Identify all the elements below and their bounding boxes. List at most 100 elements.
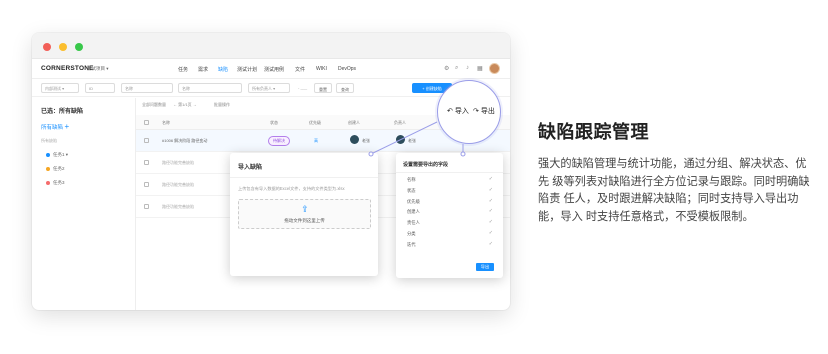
export-field-row[interactable]: 分类 ✓	[407, 230, 493, 240]
owner-name: 老张	[408, 138, 416, 143]
search-button[interactable]: 查询	[336, 83, 354, 93]
export-field-row[interactable]: 责任人 ✓	[407, 219, 493, 229]
export-modal: 设置需要导出的字段 名称 ✓ 状态 ✓ 优先级 ✓ 创建人 ✓ 责任人 ✓ 分类 ✓ 迭代 ✓ 导出	[396, 153, 503, 278]
maximize-dot[interactable]	[75, 43, 83, 51]
export-field-row[interactable]: 状态 ✓	[407, 187, 493, 197]
divider	[230, 177, 378, 178]
nav-item-test-plan[interactable]: 测试计划	[237, 66, 257, 73]
defect-name[interactable]: 路径功能完善缺陷	[162, 160, 194, 166]
row-checkbox[interactable]	[144, 138, 149, 143]
row-checkbox[interactable]	[144, 182, 149, 187]
export-field-row[interactable]: 迭代 ✓	[407, 241, 493, 251]
defect-name[interactable]: 路径功能完善缺陷	[162, 182, 194, 188]
nav-item-devops[interactable]: DevOps	[338, 66, 356, 72]
sidebar-item-task2[interactable]: 任务2	[46, 166, 65, 172]
upload-icon: ⇪	[301, 204, 309, 214]
defect-name[interactable]: 路径功能完善缺陷	[162, 204, 194, 210]
column-header: 名称	[162, 120, 170, 125]
sidebar-item-label: 任务1	[53, 152, 65, 157]
nav-item-requirement[interactable]: 需求	[198, 66, 208, 73]
export-button[interactable]: 导出	[476, 263, 494, 271]
import-export-callout: ↶ 导入 ↷ 导出	[437, 80, 501, 144]
check-icon[interactable]: ✓	[489, 198, 493, 204]
sidebar-all-defects[interactable]: 所有缺陷 +	[41, 122, 69, 131]
priority-value: 高	[314, 138, 318, 143]
export-callout[interactable]: ↷ 导出	[473, 106, 495, 116]
add-icon[interactable]: +	[65, 122, 70, 131]
name-input[interactable]: 名称	[121, 83, 173, 93]
id-input[interactable]: ID	[85, 83, 115, 93]
type-select[interactable]: 内部测试 ▾	[41, 83, 79, 93]
top-navigation: CORNERSTONE 测试项目 ▾ 任务 需求 缺陷 测试计划 测试用例 文件…	[32, 60, 510, 79]
row-checkbox[interactable]	[144, 160, 149, 165]
chevron-down-icon[interactable]: ▾	[66, 152, 68, 157]
export-field-label: 状态	[407, 187, 416, 193]
check-icon[interactable]: ✓	[489, 187, 493, 193]
defect-name[interactable]: #1006 解决阶段 路径变动	[162, 138, 207, 144]
batch-action[interactable]: 批量操作	[214, 102, 230, 108]
name-input-2[interactable]: 名称	[178, 83, 242, 93]
check-icon[interactable]: ✓	[489, 176, 493, 182]
export-field-label: 创建人	[407, 209, 420, 215]
sidebar-link-label: 所有缺陷	[41, 125, 64, 131]
check-icon[interactable]: ✓	[489, 208, 493, 214]
reset-button[interactable]: 重置	[314, 83, 332, 93]
bell-icon[interactable]: ♪	[466, 65, 469, 71]
export-field-label: 名称	[407, 177, 416, 182]
column-header: 负责人	[394, 120, 406, 125]
check-icon[interactable]: ✓	[489, 230, 493, 236]
export-field-row[interactable]: 创建人 ✓	[407, 208, 493, 218]
export-modal-title: 设置需要导出的字段	[403, 162, 449, 168]
sidebar: 已选：所有缺陷 所有缺陷 + 所有缺陷 任务1 ▾ 任务2 任务3	[32, 98, 136, 310]
sidebar-subtitle: 所有缺陷	[41, 138, 57, 143]
import-modal-title: 导入缺陷	[238, 165, 263, 171]
nav-item-test-case[interactable]: 测试用例	[264, 66, 284, 73]
minimize-dot[interactable]	[59, 43, 67, 51]
status-badge[interactable]: 待解决	[268, 136, 290, 146]
section-description: 强大的缺陷管理与统计功能，通过分组、解决状态、优先 级等列表对缺陷进行全方位记录…	[538, 158, 810, 223]
export-field-label: 分类	[407, 231, 416, 236]
column-header: 优先级	[309, 120, 321, 125]
export-field-label: 迭代	[407, 241, 416, 247]
import-arrow-icon: ↶	[447, 108, 453, 115]
export-field-row[interactable]: 名称 ✓	[407, 176, 493, 186]
search-icon[interactable]: ⌕	[455, 65, 458, 72]
nav-item-task[interactable]: 任务	[178, 66, 188, 73]
status-dot	[46, 152, 50, 157]
check-icon[interactable]: ✓	[489, 219, 493, 225]
import-modal: 导入缺陷 上传包含有导入数据的Excel文件，支持的文件类型为.xlsx ⇪ 拖…	[230, 153, 378, 276]
user-avatar[interactable]	[489, 63, 500, 74]
row-checkbox[interactable]	[144, 204, 149, 209]
column-header: 状态	[270, 120, 278, 125]
export-field-label: 优先级	[407, 198, 420, 204]
column-header: 创建人	[348, 120, 360, 125]
settings-icon[interactable]: ⚙	[444, 65, 449, 72]
import-callout[interactable]: ↶ 导入	[447, 106, 469, 116]
total-count: 全部问题数量	[142, 102, 166, 107]
sidebar-item-label: 任务2	[53, 166, 65, 171]
status-dot	[46, 180, 50, 185]
section-heading: 缺陷跟踪管理	[538, 122, 649, 142]
project-selector[interactable]: 测试项目 ▾	[87, 66, 109, 72]
close-dot[interactable]	[43, 43, 51, 51]
divider	[396, 172, 503, 173]
export-field-label: 责任人	[407, 220, 420, 226]
upload-dropzone[interactable]: ⇪ 拖动文件到这里上传	[238, 199, 371, 229]
creator-name: 老张	[362, 138, 370, 143]
export-field-row[interactable]: 优先级 ✓	[407, 198, 493, 208]
upload-label: 拖动文件到这里上传	[284, 218, 325, 223]
sidebar-item-label: 任务3	[53, 180, 65, 185]
brand-logo: CORNERSTONE	[41, 65, 94, 72]
pagination[interactable]: ← 第1/1页 →	[173, 102, 197, 108]
nav-item-wiki[interactable]: WIKI	[316, 66, 327, 72]
sidebar-item-task3[interactable]: 任务3	[46, 180, 65, 186]
filter-bar: 内部测试 ▾ ID 名称 名称 所有负责人 ▾ - ___ 重置 查询 + 创建…	[32, 80, 510, 97]
nav-item-defect[interactable]: 缺陷	[218, 66, 228, 73]
select-all-checkbox[interactable]	[144, 120, 149, 125]
export-label: 导出	[480, 108, 495, 115]
nav-item-file[interactable]: 文件	[295, 66, 305, 73]
sidebar-item-task1[interactable]: 任务1 ▾	[46, 152, 68, 158]
check-icon[interactable]: ✓	[489, 241, 493, 247]
owner-select[interactable]: 所有负责人 ▾	[248, 83, 290, 93]
grid-icon[interactable]: ▦	[477, 65, 483, 72]
